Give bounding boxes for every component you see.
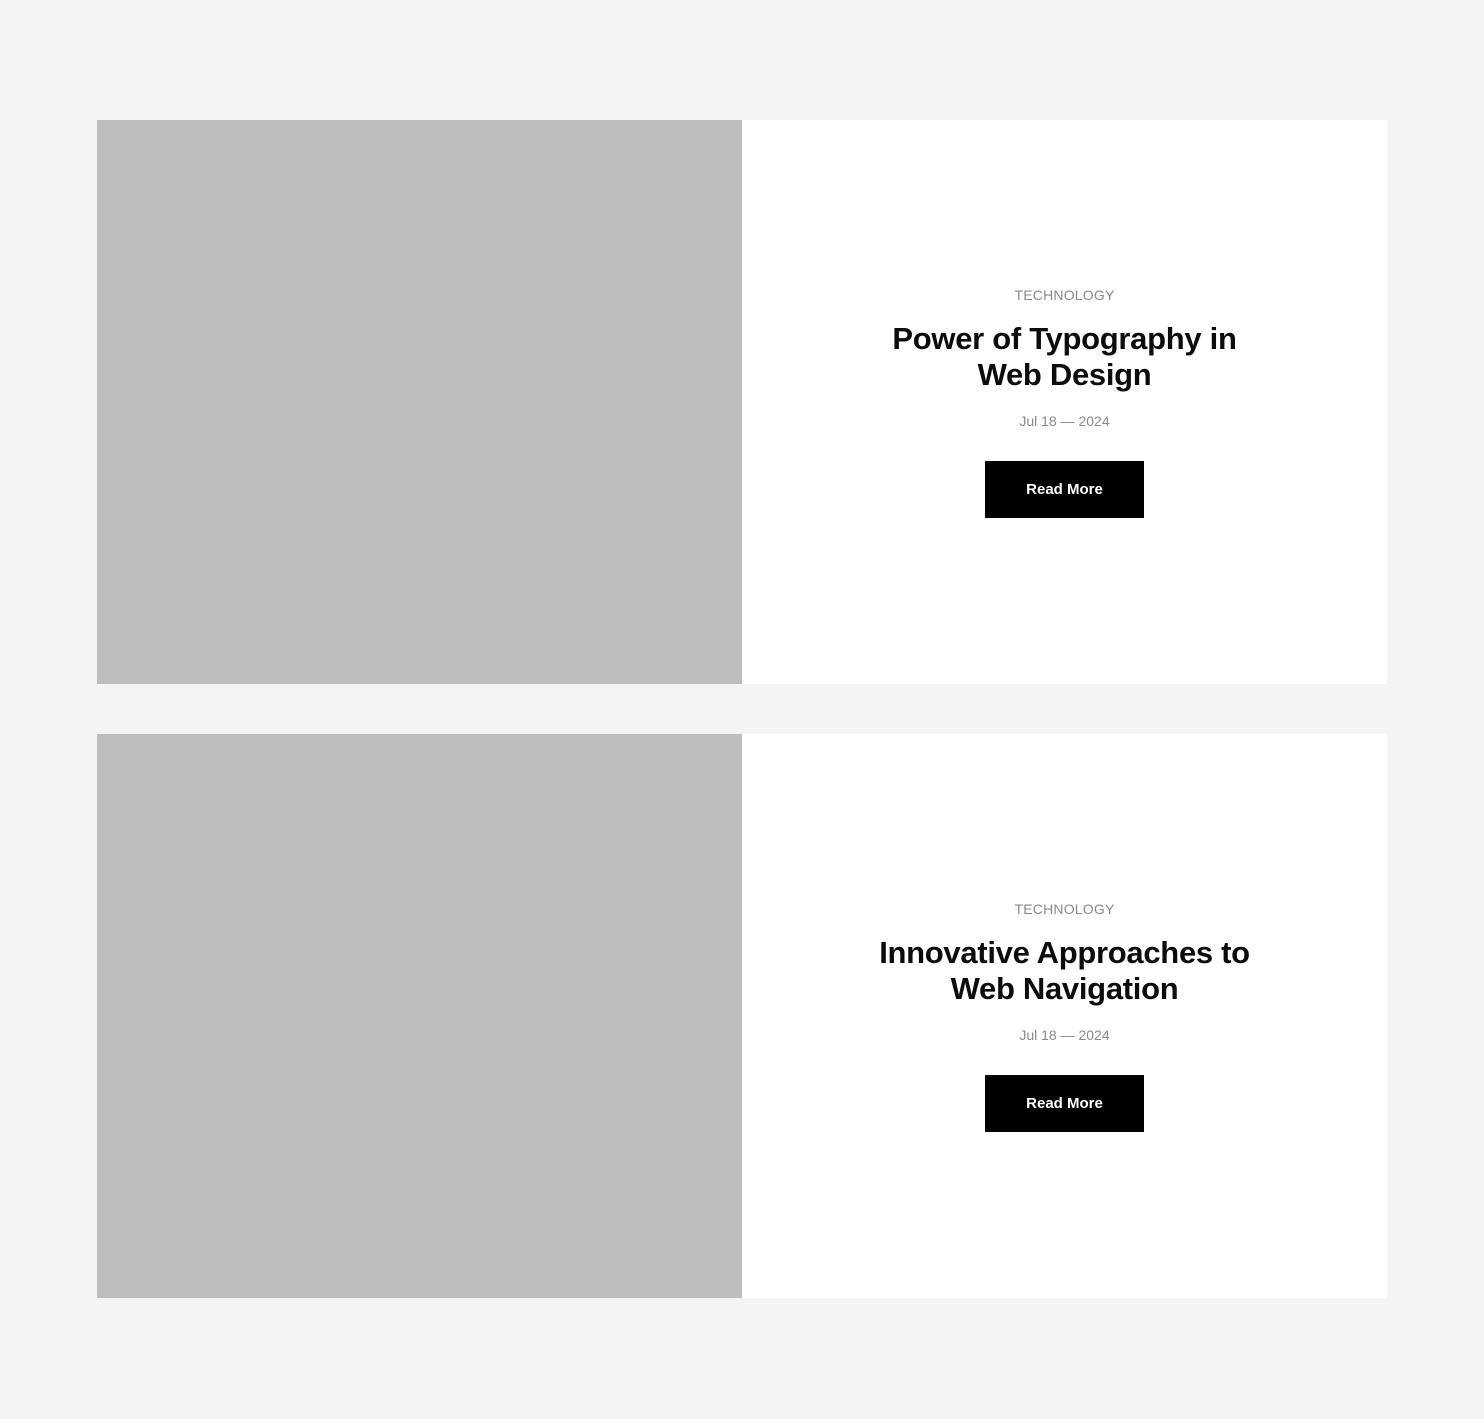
blog-post-list: TECHNOLOGY Power of Typography in Web De… bbox=[97, 120, 1387, 1298]
post-title[interactable]: Power of Typography in Web Design bbox=[875, 321, 1255, 393]
post-image-placeholder[interactable] bbox=[97, 120, 742, 684]
post-image-placeholder[interactable] bbox=[97, 734, 742, 1298]
post-card: TECHNOLOGY Power of Typography in Web De… bbox=[97, 120, 1387, 684]
post-content: TECHNOLOGY Power of Typography in Web De… bbox=[742, 120, 1387, 684]
post-title[interactable]: Innovative Approaches to Web Navigation bbox=[875, 935, 1255, 1007]
post-content: TECHNOLOGY Innovative Approaches to Web … bbox=[742, 734, 1387, 1298]
post-date: Jul 18 — 2024 bbox=[1019, 412, 1110, 429]
read-more-button[interactable]: Read More bbox=[985, 1074, 1144, 1132]
read-more-button[interactable]: Read More bbox=[985, 460, 1144, 518]
post-category[interactable]: TECHNOLOGY bbox=[1014, 287, 1114, 303]
post-date: Jul 18 — 2024 bbox=[1019, 1026, 1110, 1043]
post-category[interactable]: TECHNOLOGY bbox=[1014, 901, 1114, 917]
post-card: TECHNOLOGY Innovative Approaches to Web … bbox=[97, 734, 1387, 1298]
